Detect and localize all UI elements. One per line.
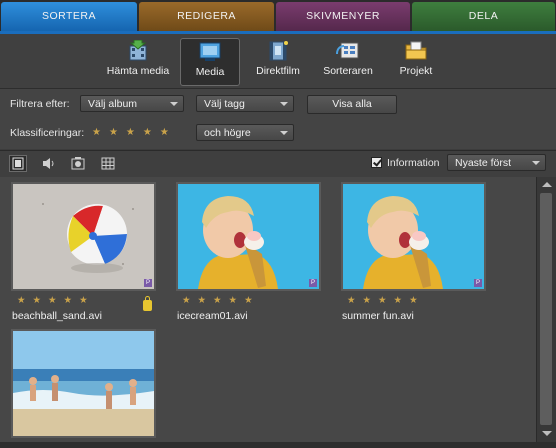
project-badge: P bbox=[474, 279, 482, 287]
media-button[interactable]: Media bbox=[180, 38, 240, 86]
instant-movie-button[interactable]: Direktfilm bbox=[248, 38, 308, 84]
sorter-label: Sorteraren bbox=[323, 65, 373, 77]
sorter-button[interactable]: Sorteraren bbox=[316, 38, 380, 84]
import-media-button[interactable]: Hämta media bbox=[104, 38, 172, 84]
media-rating-stars[interactable]: ★★★★★ bbox=[182, 295, 260, 306]
project-folder-icon bbox=[403, 40, 429, 62]
tag-dropdown[interactable]: Välj tagg bbox=[196, 95, 294, 112]
show-all-button[interactable]: Visa alla bbox=[307, 95, 397, 114]
instant-movie-icon bbox=[265, 40, 291, 62]
tab-redigera[interactable]: REDIGERA bbox=[139, 2, 274, 31]
project-badge: P bbox=[309, 279, 317, 287]
tab-skivmenyer[interactable]: SKIVMENYER bbox=[276, 2, 410, 31]
bottom-edge bbox=[0, 442, 556, 448]
project-label: Projekt bbox=[399, 65, 433, 77]
import-media-label: Hämta media bbox=[106, 65, 170, 77]
scroll-down-icon[interactable] bbox=[542, 431, 552, 436]
information-checkbox[interactable] bbox=[371, 157, 382, 168]
media-filename: summer fun.avi bbox=[342, 310, 414, 322]
media-thumbnail[interactable] bbox=[11, 329, 156, 438]
lock-icon bbox=[143, 296, 152, 311]
sorter-icon bbox=[335, 40, 361, 62]
rating-compare-value: och högre bbox=[204, 127, 251, 139]
audio-icon[interactable] bbox=[40, 155, 58, 172]
scroll-up-icon[interactable] bbox=[542, 182, 552, 187]
scrollbar-thumb[interactable] bbox=[540, 193, 552, 425]
media-thumbnail[interactable]: P bbox=[176, 182, 321, 291]
chevron-down-icon bbox=[280, 131, 288, 135]
chevron-down-icon bbox=[170, 102, 178, 106]
media-rating-stars[interactable]: ★★★★★ bbox=[347, 295, 425, 306]
media-filename: icecream01.avi bbox=[177, 310, 248, 322]
project-badge: P bbox=[144, 279, 152, 287]
chevron-down-icon bbox=[532, 161, 540, 165]
media-view-icon bbox=[197, 41, 223, 63]
tag-view-icon[interactable] bbox=[69, 155, 87, 172]
media-grid: P ★★★★★ beachball_sand.avi P ★★★★★ icecr… bbox=[0, 177, 536, 442]
sort-order-dropdown[interactable]: Nyaste först bbox=[447, 154, 546, 171]
tab-dela[interactable]: DELA bbox=[412, 2, 555, 31]
chevron-down-icon bbox=[280, 102, 288, 106]
media-thumbnail[interactable]: P bbox=[341, 182, 486, 291]
tab-sortera[interactable]: SORTERA bbox=[1, 2, 137, 31]
media-thumbnail[interactable]: P bbox=[11, 182, 156, 291]
filmstrip-view-icon[interactable] bbox=[9, 155, 27, 172]
information-label: Information bbox=[387, 157, 440, 169]
view-options-bar: Information Nyaste först bbox=[0, 150, 556, 177]
media-rating-stars[interactable]: ★★★★★ bbox=[17, 295, 95, 306]
project-button[interactable]: Projekt bbox=[388, 38, 444, 84]
import-media-icon bbox=[125, 39, 151, 62]
filter-label: Filtrera efter: bbox=[10, 98, 70, 110]
album-dropdown[interactable]: Välj album bbox=[80, 95, 184, 112]
media-filename: beachball_sand.avi bbox=[12, 310, 102, 322]
filter-panel: Filtrera efter: Välj album Välj tagg Vis… bbox=[0, 88, 556, 149]
album-dropdown-value: Välj album bbox=[88, 98, 138, 110]
tag-dropdown-value: Välj tagg bbox=[204, 98, 245, 110]
grid-view-icon[interactable] bbox=[99, 155, 117, 172]
media-scrollbar[interactable] bbox=[536, 177, 556, 442]
sort-order-value: Nyaste först bbox=[455, 157, 512, 169]
rating-filter-stars[interactable]: ★★★★★ bbox=[92, 127, 177, 138]
media-label: Media bbox=[195, 66, 225, 78]
rating-compare-dropdown[interactable]: och högre bbox=[196, 124, 294, 141]
rating-label: Klassificeringar: bbox=[10, 127, 85, 139]
workspace-tabs: SORTERA REDIGERA SKIVMENYER DELA bbox=[0, 0, 556, 34]
instant-movie-label: Direktfilm bbox=[256, 65, 300, 77]
view-toolbar: Hämta media Media Direktfilm Sorteraren … bbox=[0, 34, 556, 88]
